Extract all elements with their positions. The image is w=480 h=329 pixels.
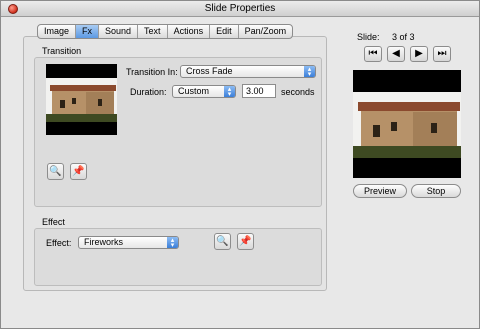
tab-pan-zoom[interactable]: Pan/Zoom xyxy=(239,25,293,38)
effect-label: Effect: xyxy=(46,238,72,248)
magnifier-icon: 🔍 xyxy=(49,166,62,177)
effect-section-label: Effect xyxy=(42,217,65,227)
effect-open-button[interactable]: 🔍 xyxy=(214,233,231,250)
tab-actions[interactable]: Actions xyxy=(168,25,211,38)
slide-label: Slide: xyxy=(357,32,380,42)
next-slide-button[interactable]: ▶ xyxy=(410,46,428,62)
slide-preview xyxy=(353,70,461,178)
slide-properties-window: Slide Properties Image Fx Sound Text Act… xyxy=(0,0,480,329)
effect-value: Fireworks xyxy=(84,237,124,247)
chevron-updown-icon: ▴ ▾ xyxy=(304,66,315,78)
tab-bar: Image Fx Sound Text Actions Edit Pan/Zoo… xyxy=(37,24,294,39)
transition-in-value: Cross Fade xyxy=(186,66,233,76)
duration-mode-value: Custom xyxy=(178,86,210,96)
tab-fx[interactable]: Fx xyxy=(76,25,100,38)
duration-unit: seconds xyxy=(281,87,315,97)
tab-image[interactable]: Image xyxy=(38,25,77,38)
tab-edit[interactable]: Edit xyxy=(210,25,239,38)
preview-photo xyxy=(353,92,461,158)
preview-button[interactable]: Preview xyxy=(353,184,407,198)
slide-counter: 3 of 3 xyxy=(392,32,415,42)
duration-field[interactable]: 3.00 xyxy=(242,84,276,98)
chevron-updown-icon: ▴ ▾ xyxy=(167,237,178,249)
previous-slide-icon: ◀ xyxy=(392,48,400,59)
window-title: Slide Properties xyxy=(204,3,276,14)
pin-icon: 📌 xyxy=(239,236,252,247)
transition-section-label: Transition xyxy=(42,46,82,56)
title-bar: Slide Properties xyxy=(1,1,479,17)
previous-slide-button[interactable]: ◀ xyxy=(387,46,405,62)
tab-sound[interactable]: Sound xyxy=(99,25,139,38)
effect-popup[interactable]: Fireworks ▴ ▾ xyxy=(78,236,179,249)
magnifier-icon: 🔍 xyxy=(216,236,229,247)
first-slide-icon: ⏮ xyxy=(368,48,378,59)
next-slide-icon: ▶ xyxy=(415,48,423,59)
duration-label: Duration: xyxy=(130,87,167,97)
first-slide-button[interactable]: ⏮ xyxy=(364,46,382,62)
thumbnail-photo xyxy=(46,78,117,122)
duration-mode-popup[interactable]: Custom ▴ ▾ xyxy=(172,85,236,98)
effect-clear-button[interactable]: 📌 xyxy=(237,233,254,250)
transition-in-label: Transition In: xyxy=(126,67,178,77)
chevron-updown-icon: ▴ ▾ xyxy=(224,86,235,98)
transition-clear-button[interactable]: 📌 xyxy=(70,163,87,180)
transition-thumbnail xyxy=(46,64,117,135)
tab-text[interactable]: Text xyxy=(138,25,168,38)
last-slide-button[interactable]: ⏭ xyxy=(433,46,451,62)
stop-button[interactable]: Stop xyxy=(411,184,461,198)
transition-in-popup[interactable]: Cross Fade ▴ ▾ xyxy=(180,65,316,78)
transition-open-button[interactable]: 🔍 xyxy=(47,163,64,180)
pin-icon: 📌 xyxy=(72,166,85,177)
last-slide-icon: ⏭ xyxy=(437,48,447,59)
